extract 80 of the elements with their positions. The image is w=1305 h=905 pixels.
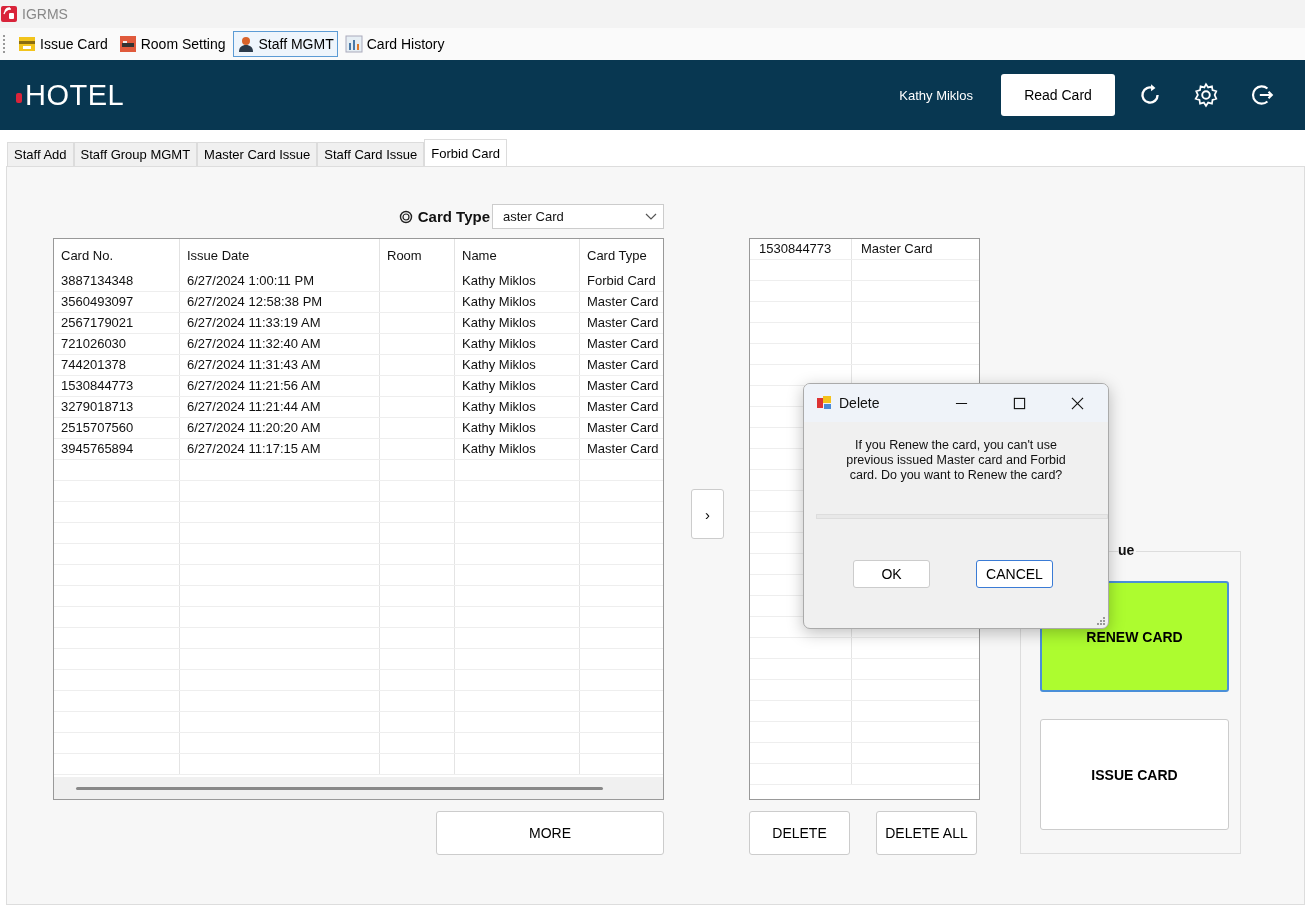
- chevron-down-icon: [645, 212, 657, 221]
- table-cell: 721026030: [54, 334, 180, 354]
- table-cell: 744201378: [54, 355, 180, 375]
- table-cell: Kathy Miklos: [455, 292, 580, 312]
- column-header[interactable]: Card Type: [580, 239, 662, 271]
- table-cell: Kathy Miklos: [455, 271, 580, 291]
- target-icon: [398, 209, 413, 224]
- toolbar-button[interactable]: Staff MGMT: [232, 31, 338, 57]
- move-right-button[interactable]: ›: [691, 489, 724, 539]
- close-icon[interactable]: [1071, 396, 1084, 410]
- hotel-logo: HOTEL: [25, 78, 125, 112]
- table-cell-text: Master Card: [860, 240, 934, 258]
- card-icon: [18, 35, 36, 53]
- table-cell-text: Master Card: [586, 377, 660, 395]
- toolbar-button[interactable]: Issue Card: [14, 31, 112, 57]
- person-icon: [236, 35, 255, 53]
- card-action-button[interactable]: ISSUE CARD: [1040, 719, 1229, 830]
- table-cell: 6/27/2024 11:32:40 AM: [180, 334, 380, 354]
- table-cell-text: Forbid Card: [586, 272, 657, 290]
- table-cell-text: Master Card: [586, 314, 660, 332]
- table-cell: 3560493097: [54, 292, 180, 312]
- table-cell: 6/27/2024 11:20:20 AM: [180, 418, 380, 438]
- table-cell: 3279018713: [54, 397, 180, 417]
- tab[interactable]: Staff Add: [7, 142, 74, 166]
- table-cell: 2515707560: [54, 418, 180, 438]
- maximize-icon[interactable]: [1013, 396, 1026, 410]
- read-card-button[interactable]: Read Card: [1001, 74, 1115, 116]
- table-cell-text: Master Card: [586, 398, 660, 416]
- window-title: IGRMS: [22, 6, 68, 22]
- card-type-dropdown[interactable]: aster Card: [492, 204, 664, 229]
- table-cell: Kathy Miklos: [455, 313, 580, 333]
- table-cell: 2567179021: [54, 313, 180, 333]
- table-cell: 6/27/2024 11:33:19 AM: [180, 313, 380, 333]
- settings-icon[interactable]: [1193, 82, 1219, 108]
- table-cell-text: Master Card: [586, 440, 660, 458]
- table-cell: 1530844773: [54, 376, 180, 396]
- dialog-title: Delete: [839, 395, 880, 411]
- logout-icon[interactable]: [1249, 82, 1275, 108]
- table-cell: 3887134348: [54, 271, 180, 291]
- table-cell: Kathy Miklos: [455, 397, 580, 417]
- app-window-icon: [816, 395, 832, 411]
- table-cell: 6/27/2024 12:58:38 PM: [180, 292, 380, 312]
- table-cell: Kathy Miklos: [455, 418, 580, 438]
- delete-button[interactable]: DELETE: [749, 811, 850, 855]
- table-cell-text: Master Card: [586, 356, 660, 374]
- table-cell: 6/27/2024 11:17:15 AM: [180, 439, 380, 459]
- resize-grip-icon: [1095, 615, 1105, 625]
- table-cell: 6/27/2024 11:31:43 AM: [180, 355, 380, 375]
- dialog-button[interactable]: CANCEL: [976, 560, 1053, 588]
- table-cell: Kathy Miklos: [455, 355, 580, 375]
- table-cell: 3945765894: [54, 439, 180, 459]
- dialog-button[interactable]: OK: [853, 560, 930, 588]
- table-cell: Kathy Miklos: [455, 439, 580, 459]
- table-cell-text: Master Card: [586, 419, 660, 437]
- table-cell: Kathy Miklos: [455, 334, 580, 354]
- column-header[interactable]: Issue Date: [180, 239, 380, 271]
- table-cell: 6/27/2024 11:21:56 AM: [180, 376, 380, 396]
- tab[interactable]: Staff Group MGMT: [73, 142, 198, 166]
- dialog-message: If you Renew the card, you can't use previous issued Master card and Forbid card. Do you want to Renew the card?: [845, 438, 1067, 483]
- column-header[interactable]: Room: [380, 239, 455, 271]
- bed-icon: [118, 35, 137, 53]
- user-name: Kathy Miklos: [899, 87, 973, 103]
- toolbar-button[interactable]: Room Setting: [114, 31, 230, 57]
- column-header[interactable]: Name: [455, 239, 580, 271]
- table-cell: 1530844773: [750, 239, 852, 259]
- table-cell: 6/27/2024 11:21:44 AM: [180, 397, 380, 417]
- toolbar-button[interactable]: Card History: [340, 31, 449, 57]
- table-cell-text: Master Card: [586, 293, 660, 311]
- table-cell-text: Master Card: [586, 335, 660, 353]
- tab[interactable]: Master Card Issue: [197, 142, 318, 166]
- column-header[interactable]: Card No.: [54, 239, 180, 271]
- delete-all-button[interactable]: DELETE ALL: [876, 811, 977, 855]
- card-type-label: Card Type: [417, 208, 490, 225]
- table-cell: 6/27/2024 1:00:11 PM: [180, 271, 380, 291]
- more-button[interactable]: MORE: [436, 811, 664, 855]
- tab[interactable]: Forbid Card: [424, 139, 507, 166]
- hotel-logo-icon: [16, 93, 22, 103]
- tab[interactable]: Staff Card Issue: [317, 142, 425, 166]
- chart-icon: [344, 35, 363, 53]
- table-cell: Kathy Miklos: [455, 376, 580, 396]
